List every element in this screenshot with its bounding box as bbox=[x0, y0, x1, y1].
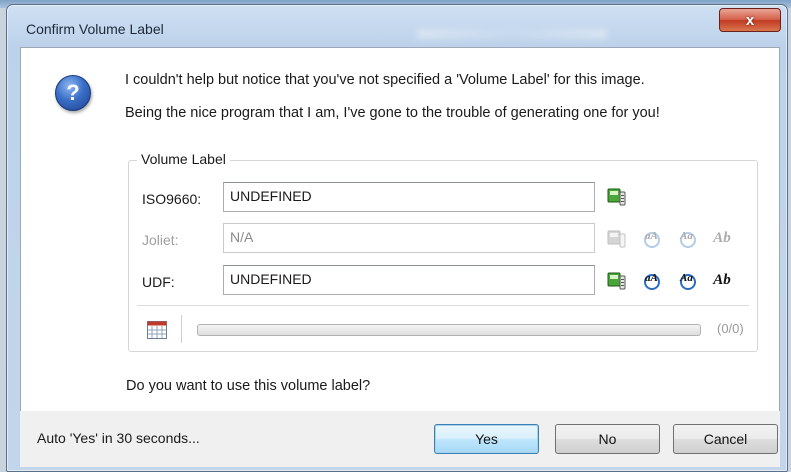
iso9660-label: ISO9660: bbox=[142, 191, 202, 207]
progress-counter: (0/0) bbox=[717, 321, 744, 336]
udf-label: UDF: bbox=[142, 274, 175, 290]
cancel-button[interactable]: Cancel bbox=[673, 424, 778, 454]
question-icon: ? bbox=[55, 75, 91, 111]
confirm-volume-label-dialog: Confirm Volume Label x ? I couldn't help… bbox=[6, 4, 788, 472]
disc-volume-icon bbox=[606, 227, 628, 249]
confirm-question: Do you want to use this volume label? bbox=[126, 378, 371, 394]
svg-text:Aa: Aa bbox=[679, 272, 693, 284]
dialog-title: Confirm Volume Label bbox=[26, 21, 164, 37]
volume-label-group: Volume Label ISO9660: UNDEFINED Joliet: … bbox=[128, 151, 758, 352]
svg-text:Aa: Aa bbox=[679, 230, 693, 242]
dialog-body: ? I couldn't help but notice that you've… bbox=[20, 47, 780, 413]
dialog-footer: Auto 'Yes' in 30 seconds... Yes No Cance… bbox=[20, 411, 780, 467]
background-ghost-text bbox=[417, 29, 607, 39]
title-bar[interactable]: Confirm Volume Label x bbox=[7, 5, 787, 39]
disc-volume-icon[interactable] bbox=[606, 185, 628, 207]
joliet-label: Joliet: bbox=[142, 232, 179, 248]
svg-text:aA: aA bbox=[645, 272, 658, 284]
capital-a-icon: Aa bbox=[677, 227, 699, 249]
message-line-2: Being the nice program that I am, I've g… bbox=[125, 105, 660, 121]
yes-button[interactable]: Yes bbox=[434, 424, 539, 454]
volume-label-group-title: Volume Label bbox=[137, 151, 230, 167]
calendar-grid-icon[interactable] bbox=[147, 321, 167, 339]
ab-icon[interactable]: Ab bbox=[711, 269, 733, 291]
close-icon: x bbox=[745, 11, 755, 29]
no-button[interactable]: No bbox=[555, 424, 660, 454]
close-button[interactable]: x bbox=[719, 8, 781, 32]
toolbar-separator bbox=[181, 315, 182, 343]
svg-text:aA: aA bbox=[645, 230, 658, 242]
joliet-field[interactable]: N/A bbox=[223, 223, 595, 253]
disc-volume-icon[interactable] bbox=[606, 269, 628, 291]
iso9660-field[interactable]: UNDEFINED bbox=[223, 182, 595, 212]
progress-bar bbox=[197, 324, 701, 336]
capital-a-icon[interactable]: Aa bbox=[677, 269, 699, 291]
group-divider bbox=[137, 305, 749, 306]
udf-field[interactable]: UNDEFINED bbox=[223, 265, 595, 295]
message-line-1: I couldn't help but notice that you've n… bbox=[125, 72, 645, 88]
auto-yes-countdown: Auto 'Yes' in 30 seconds... bbox=[37, 430, 200, 446]
lowercase-a-icon: aA bbox=[641, 227, 663, 249]
lowercase-a-icon[interactable]: aA bbox=[641, 269, 663, 291]
ab-icon: Ab bbox=[713, 229, 731, 246]
